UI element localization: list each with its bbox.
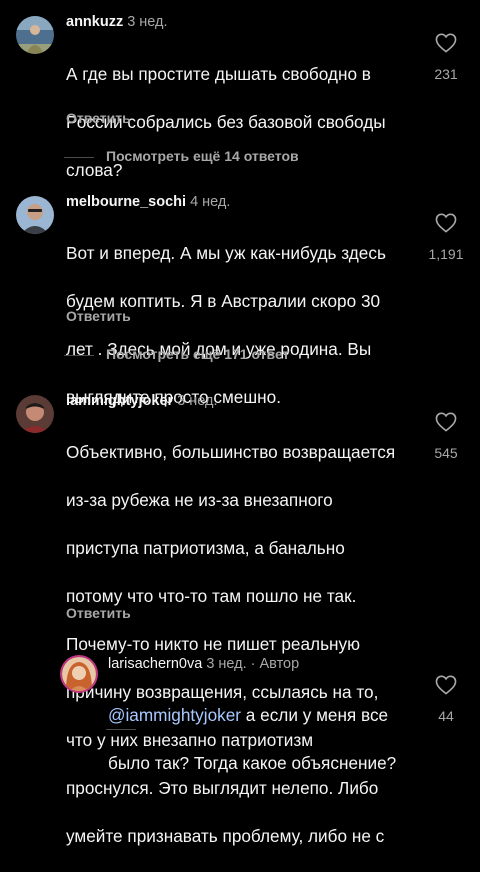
comment-line: из-за рубежа не из-за внезапного <box>66 490 333 510</box>
reply-button[interactable]: Ответить <box>66 308 131 324</box>
username[interactable]: larisachern0va <box>108 656 202 672</box>
comment-meta: iammightyjoker 3 нед. <box>66 393 218 409</box>
username[interactable]: annkuzz <box>66 14 123 30</box>
username[interactable]: melbourne_sochi <box>66 194 186 210</box>
comment-text: @iammightyjoker а если у меня все было т… <box>108 679 396 799</box>
comment-line: приступа патриотизма, а банально <box>66 538 345 558</box>
comment-line: А где вы простите дышать свободно в <box>66 64 371 84</box>
divider-line <box>64 156 94 158</box>
timestamp: 3 нед. <box>206 656 247 672</box>
avatar[interactable] <box>16 395 54 433</box>
like-count: 231 <box>434 66 458 82</box>
comment-meta: larisachern0va 3 нед. · Автор <box>108 656 299 672</box>
comment-line: было так? Тогда какое объяснение? <box>108 753 397 773</box>
timestamp: 4 нед. <box>190 194 231 210</box>
like-control: 44 <box>416 675 476 724</box>
mention-link[interactable]: @iammightyjoker <box>108 705 241 725</box>
like-control: 1,191 <box>416 213 476 262</box>
comment-line: Почему-то никто не пишет реальную <box>66 634 360 654</box>
view-more-replies[interactable]: Посмотреть ещё 171 ответ <box>64 346 289 362</box>
avatar[interactable] <box>16 16 54 54</box>
username[interactable]: iammightyjoker <box>66 393 173 409</box>
view-more-replies-label: Посмотреть ещё 14 ответов <box>106 148 299 164</box>
timestamp: 3 нед. <box>177 393 218 409</box>
comment-text-fragment: а если у меня все <box>241 705 389 725</box>
reply-button[interactable]: Ответить <box>66 605 131 621</box>
comment-meta: melbourne_sochi 4 нед. <box>66 194 230 210</box>
divider-line <box>64 354 94 356</box>
like-control: 545 <box>416 412 476 461</box>
heart-outline-icon[interactable] <box>435 213 457 233</box>
view-more-replies-label: Посмотреть ещё 171 ответ <box>106 346 290 362</box>
like-count: 1,191 <box>428 246 464 262</box>
heart-outline-icon[interactable] <box>435 675 457 695</box>
author-badge: · Автор <box>250 656 300 672</box>
comment-line: Объективно, большинство возвращается <box>66 442 396 462</box>
divider-line <box>106 729 136 730</box>
like-count: 545 <box>434 445 458 461</box>
timestamp: 3 нед. <box>127 14 168 30</box>
heart-outline-icon[interactable] <box>435 33 457 53</box>
heart-outline-icon[interactable] <box>435 412 457 432</box>
avatar[interactable] <box>62 657 96 691</box>
comment-line: умейте признавать проблему, либо не с <box>66 826 385 846</box>
avatar[interactable] <box>16 196 54 234</box>
view-more-replies[interactable]: Посмотреть ещё 14 ответов <box>64 148 299 164</box>
comment-line: Вот и вперед. А мы уж как-нибудь здесь <box>66 243 386 263</box>
like-control: 231 <box>416 33 476 82</box>
reply-button[interactable]: Ответить <box>66 110 131 126</box>
like-count: 44 <box>438 708 454 724</box>
comment-line: @iammightyjoker а если у меня все <box>108 703 396 727</box>
comment-meta: annkuzz 3 нед. <box>66 14 168 30</box>
comment-text: Объективно, большинство возвращается из-… <box>66 416 395 872</box>
